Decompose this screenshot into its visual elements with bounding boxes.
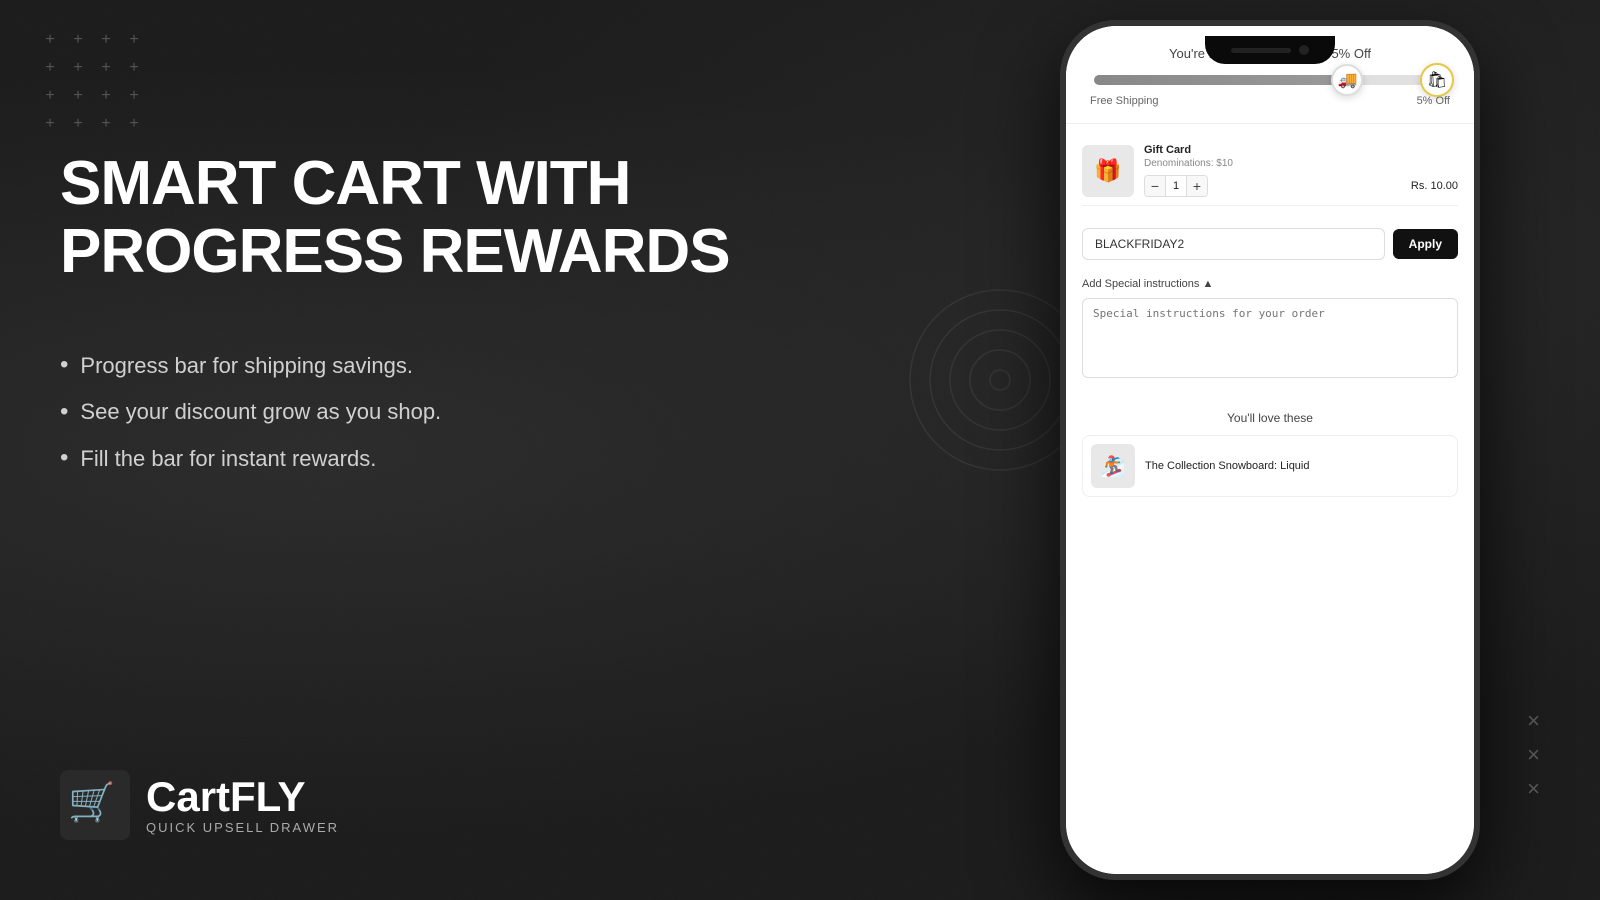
phone-screen: You're Rs. 70.00 away from 5% Off 🚚 🛍 [1066,26,1474,874]
plus-icon: + [68,58,88,78]
decrease-qty-button[interactable]: − [1145,176,1165,196]
item-name: Gift Card [1144,144,1458,156]
plus-icon: + [124,86,144,106]
plus-icon: + [96,30,116,50]
cart-drawer: You're Rs. 70.00 away from 5% Off 🚚 🛍 [1066,26,1474,874]
quantity-control[interactable]: − 1 + [1144,175,1208,197]
special-instructions-section: Add Special instructions ▲ [1066,270,1474,395]
quantity-display: 1 [1165,176,1187,196]
bag-icon: 🛍 [1427,70,1447,90]
close-button-1[interactable]: × [1527,710,1540,732]
plus-icon: + [124,58,144,78]
plus-icon: + [68,86,88,106]
progress-track-container: 🚚 🛍 [1094,75,1446,85]
phone-frame: You're Rs. 70.00 away from 5% Off 🚚 🛍 [1060,20,1480,880]
item-price: Rs. 10.00 [1411,180,1458,192]
upsell-section: You'll love these 🏂 The Collection Snowb… [1066,395,1474,505]
plus-icon: + [68,30,88,50]
gift-card-icon: 🎁 [1094,158,1121,184]
progress-milestones: Free Shipping 5% Off [1086,95,1454,107]
close-button-3[interactable]: × [1527,778,1540,800]
feature-list: Progress bar for shipping savings. See y… [60,346,760,477]
instructions-toggle[interactable]: Add Special instructions ▲ [1082,278,1458,290]
logo-tagline: QUICK UPSELL DRAWER [146,820,339,835]
item-details: Gift Card Denominations: $10 − 1 + Rs. 1… [1144,144,1458,197]
upsell-item-name: The Collection Snowboard: Liquid [1145,460,1310,472]
plus-icon: + [124,114,144,134]
plus-icon: + [40,58,60,78]
phone-notch [1205,36,1335,64]
coupon-row: Apply [1082,228,1458,260]
phone-mockup: You're Rs. 70.00 away from 5% Off 🚚 🛍 [1060,20,1480,880]
logo-text: CartFLY QUICK UPSELL DRAWER [146,776,339,835]
plus-icon: + [96,86,116,106]
svg-text:🛒: 🛒 [68,780,115,824]
feature-item-1: Progress bar for shipping savings. [60,346,760,384]
plus-icon: + [40,114,60,134]
item-sub: Denominations: $10 [1144,158,1458,169]
page-title: SMART CART WITH PROGRESS REWARDS [60,150,760,286]
logo-section: 🛒 CartFLY QUICK UPSELL DRAWER [60,770,339,840]
plus-icon: + [68,114,88,134]
plus-icon: + [124,30,144,50]
logo-brand-name: CartFLY [146,776,339,818]
close-buttons: × × × [1527,710,1540,800]
feature-item-3: Fill the bar for instant rewards. [60,439,760,477]
upsell-item[interactable]: 🏂 The Collection Snowboard: Liquid [1082,435,1458,497]
progress-thumb: 🚚 [1331,64,1363,96]
apply-coupon-button[interactable]: Apply [1393,229,1458,259]
upsell-title: You'll love these [1082,411,1458,425]
progress-fill: 🚚 [1094,75,1347,85]
cartfly-logo-icon: 🛒 [60,770,130,840]
close-button-2[interactable]: × [1527,744,1540,766]
snowboard-icon: 🏂 [1101,454,1126,479]
plus-icon: + [96,58,116,78]
milestone-1-label: Free Shipping [1090,95,1159,107]
left-content-area: SMART CART WITH PROGRESS REWARDS Progres… [60,150,760,558]
milestone-2-label: 5% Off [1417,95,1450,107]
item-qty-price: − 1 + Rs. 10.00 [1144,175,1458,197]
instructions-textarea[interactable] [1082,298,1458,378]
item-image: 🎁 [1082,145,1134,197]
plus-icon: + [40,30,60,50]
upsell-item-image: 🏂 [1091,444,1135,488]
increase-qty-button[interactable]: + [1187,176,1207,196]
cart-item: 🎁 Gift Card Denominations: $10 − 1 + [1082,136,1458,206]
coupon-input[interactable] [1082,228,1385,260]
plus-grid-decoration: + + + + + + + + + + + + + + + + [40,30,144,134]
coupon-section: Apply [1066,218,1474,270]
reward-badge: 🛍 [1420,63,1454,97]
notch-camera [1299,45,1309,55]
notch-bar [1231,48,1291,53]
cart-items-section: 🎁 Gift Card Denominations: $10 − 1 + [1066,124,1474,218]
plus-icon: + [40,86,60,106]
feature-item-2: See your discount grow as you shop. [60,393,760,431]
progress-track: 🚚 [1094,75,1446,85]
plus-icon: + [96,114,116,134]
truck-icon: 🚚 [1337,70,1357,90]
